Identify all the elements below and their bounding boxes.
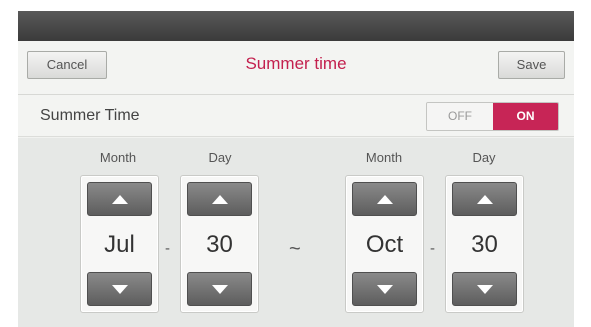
toggle-off-option[interactable]: OFF bbox=[427, 103, 493, 130]
summer-time-row: Summer Time OFF ON bbox=[18, 95, 574, 137]
date-range-picker: Month Jul - Day 30 ~ Month Oct - Day 30 bbox=[18, 138, 574, 327]
end-month-up-button[interactable] bbox=[352, 182, 417, 216]
triangle-down-icon bbox=[376, 284, 393, 294]
triangle-up-icon bbox=[376, 194, 393, 204]
triangle-down-icon bbox=[111, 284, 128, 294]
start-month-value: Jul bbox=[104, 231, 135, 258]
triangle-up-icon bbox=[476, 194, 493, 204]
end-day-spinner: 30 bbox=[445, 175, 524, 313]
start-day-spinner: 30 bbox=[180, 175, 259, 313]
triangle-down-icon bbox=[211, 284, 228, 294]
end-separator: - bbox=[430, 240, 435, 257]
end-day-up-button[interactable] bbox=[452, 182, 517, 216]
end-month-label: Month bbox=[365, 150, 403, 165]
toggle-on-option[interactable]: ON bbox=[493, 103, 558, 130]
end-day-label: Day bbox=[472, 150, 496, 165]
end-month-down-button[interactable] bbox=[352, 272, 417, 306]
start-day-down-button[interactable] bbox=[187, 272, 252, 306]
start-month-down-button[interactable] bbox=[87, 272, 152, 306]
page-title: Summer time bbox=[245, 54, 347, 73]
triangle-down-icon bbox=[476, 284, 493, 294]
end-day-value: 30 bbox=[471, 231, 498, 258]
save-button[interactable]: Save bbox=[498, 51, 565, 79]
summer-time-screen: Cancel Summer time Save Summer Time OFF … bbox=[18, 11, 574, 327]
start-month-label: Month bbox=[99, 150, 137, 165]
start-month-spinner: Jul bbox=[80, 175, 159, 313]
end-month-spinner: Oct bbox=[345, 175, 424, 313]
start-day-up-button[interactable] bbox=[187, 182, 252, 216]
summer-time-toggle[interactable]: OFF ON bbox=[426, 102, 559, 131]
start-day-label: Day bbox=[208, 150, 232, 165]
header-bar: Cancel Summer time Save bbox=[18, 41, 574, 95]
end-day-down-button[interactable] bbox=[452, 272, 517, 306]
status-bar bbox=[18, 11, 574, 41]
start-separator: - bbox=[165, 240, 170, 257]
triangle-up-icon bbox=[111, 194, 128, 204]
range-tilde: ~ bbox=[289, 238, 301, 260]
start-day-value: 30 bbox=[206, 231, 233, 258]
end-month-value: Oct bbox=[365, 231, 404, 258]
triangle-up-icon bbox=[211, 194, 228, 204]
start-month-up-button[interactable] bbox=[87, 182, 152, 216]
summer-time-label: Summer Time bbox=[40, 107, 140, 124]
